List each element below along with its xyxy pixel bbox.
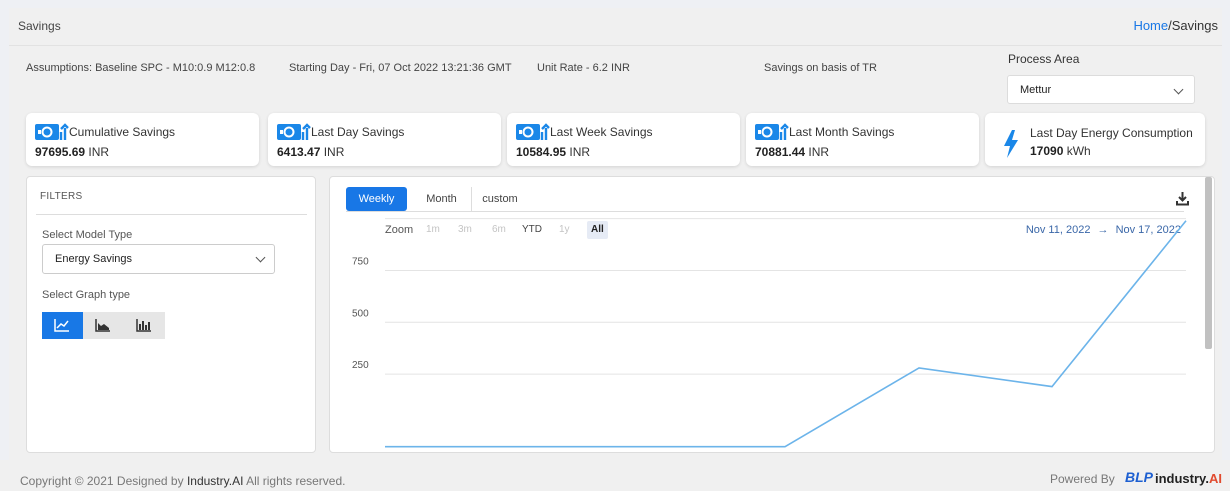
assumption-unit-rate: Unit Rate - 6.2 INR — [537, 62, 630, 74]
card-value: 17090 — [1030, 144, 1064, 158]
lightning-bolt-icon — [1004, 130, 1018, 158]
industry-ai-logo: industry.AI — [1155, 471, 1222, 486]
filters-panel: FILTERS Select Model Type Energy Savings… — [26, 176, 316, 453]
card-unit: INR — [805, 145, 830, 159]
blp-logo: BLP — [1125, 469, 1153, 485]
card-label: Last Day Savings — [311, 125, 405, 139]
area-chart-icon — [95, 319, 110, 332]
assumption-baseline: Assumptions: Baseline SPC - M10:0.9 M12:… — [26, 62, 256, 74]
card-value: 6413.47 — [277, 145, 321, 159]
card-unit: INR — [566, 145, 591, 159]
page-title: Savings — [18, 19, 61, 33]
card-label: Last Day Energy Consumption — [1030, 126, 1193, 140]
copyright-brand: Industry.AI — [186, 474, 244, 488]
model-type-label: Select Model Type — [42, 229, 133, 241]
card-last-day-savings: Last Day Savings 6413.47 INR — [268, 113, 501, 166]
card-label: Cumulative Savings — [69, 125, 176, 139]
copyright-suffix: All rights reserved. — [243, 474, 346, 488]
copyright: Copyright © 2021 Designed by Industry.AI… — [20, 474, 345, 488]
savings-icon — [755, 123, 789, 140]
card-last-month-savings: Last Month Savings 70881.44 INR — [746, 113, 979, 166]
line-chart-icon — [54, 319, 69, 332]
process-area-value: Mettur — [1020, 84, 1052, 96]
card-value: 70881.44 — [755, 145, 806, 159]
logo-ai: AI — [1208, 471, 1222, 486]
line-graph-button[interactable] — [42, 312, 83, 339]
card-last-week-savings: Last Week Savings 10584.95 INR — [507, 113, 740, 166]
card-unit: INR — [320, 145, 345, 159]
chevron-down-icon — [1173, 84, 1184, 95]
chart-panel: Weekly Month custom Zoom 1m 3m 6m YTD 1y… — [329, 176, 1215, 453]
card-label: Last Month Savings — [789, 125, 895, 139]
area-graph-button[interactable] — [83, 312, 124, 339]
savings-icon — [35, 123, 69, 140]
model-type-value: Energy Savings — [55, 253, 133, 265]
savings-icon — [277, 123, 311, 140]
breadcrumb-current: /Savings — [1168, 18, 1218, 33]
filters-heading: FILTERS — [40, 191, 83, 202]
bar-graph-button[interactable] — [124, 312, 165, 339]
card-label: Last Week Savings — [550, 125, 653, 139]
card-unit: INR — [85, 145, 110, 159]
card-unit: kWh — [1063, 144, 1091, 158]
header-bar: Savings Home/Savings — [9, 8, 1222, 46]
chevron-down-icon — [255, 252, 266, 263]
line-chart: 250 500 750 — [352, 218, 1187, 448]
breadcrumb-home-link[interactable]: Home — [1133, 18, 1168, 33]
y-tick-label: 250 — [352, 360, 369, 371]
card-value: 10584.95 — [516, 145, 567, 159]
copyright-prefix: Copyright © 2021 Designed by — [20, 474, 187, 488]
vertical-scrollbar[interactable] — [1205, 177, 1212, 349]
graph-type-label: Select Graph type — [42, 289, 131, 301]
breadcrumb: Home/Savings — [1133, 18, 1218, 33]
footer: Copyright © 2021 Designed by Industry.AI… — [0, 460, 1230, 491]
divider — [36, 214, 307, 215]
process-area-label: Process Area — [1008, 52, 1080, 66]
assumption-basis: Savings on basis of TR — [764, 62, 877, 74]
process-area-select[interactable]: Mettur — [1007, 75, 1195, 104]
card-last-day-energy: Last Day Energy Consumption 17090 kWh — [985, 113, 1205, 166]
card-value: 97695.69 — [35, 145, 86, 159]
bar-chart-icon — [136, 319, 151, 332]
model-type-select[interactable]: Energy Savings — [42, 244, 275, 274]
y-tick-label: 500 — [352, 308, 369, 319]
powered-by: Powered By — [1050, 472, 1115, 486]
assumption-starting-day: Starting Day - Fri, 07 Oct 2022 13:21:36… — [289, 62, 512, 74]
series-line — [385, 220, 1187, 448]
logo-industry: industry. — [1155, 471, 1209, 486]
y-tick-label: 750 — [352, 256, 369, 267]
savings-icon — [516, 123, 550, 140]
card-cumulative-savings: Cumulative Savings 97695.69 INR — [26, 113, 259, 166]
